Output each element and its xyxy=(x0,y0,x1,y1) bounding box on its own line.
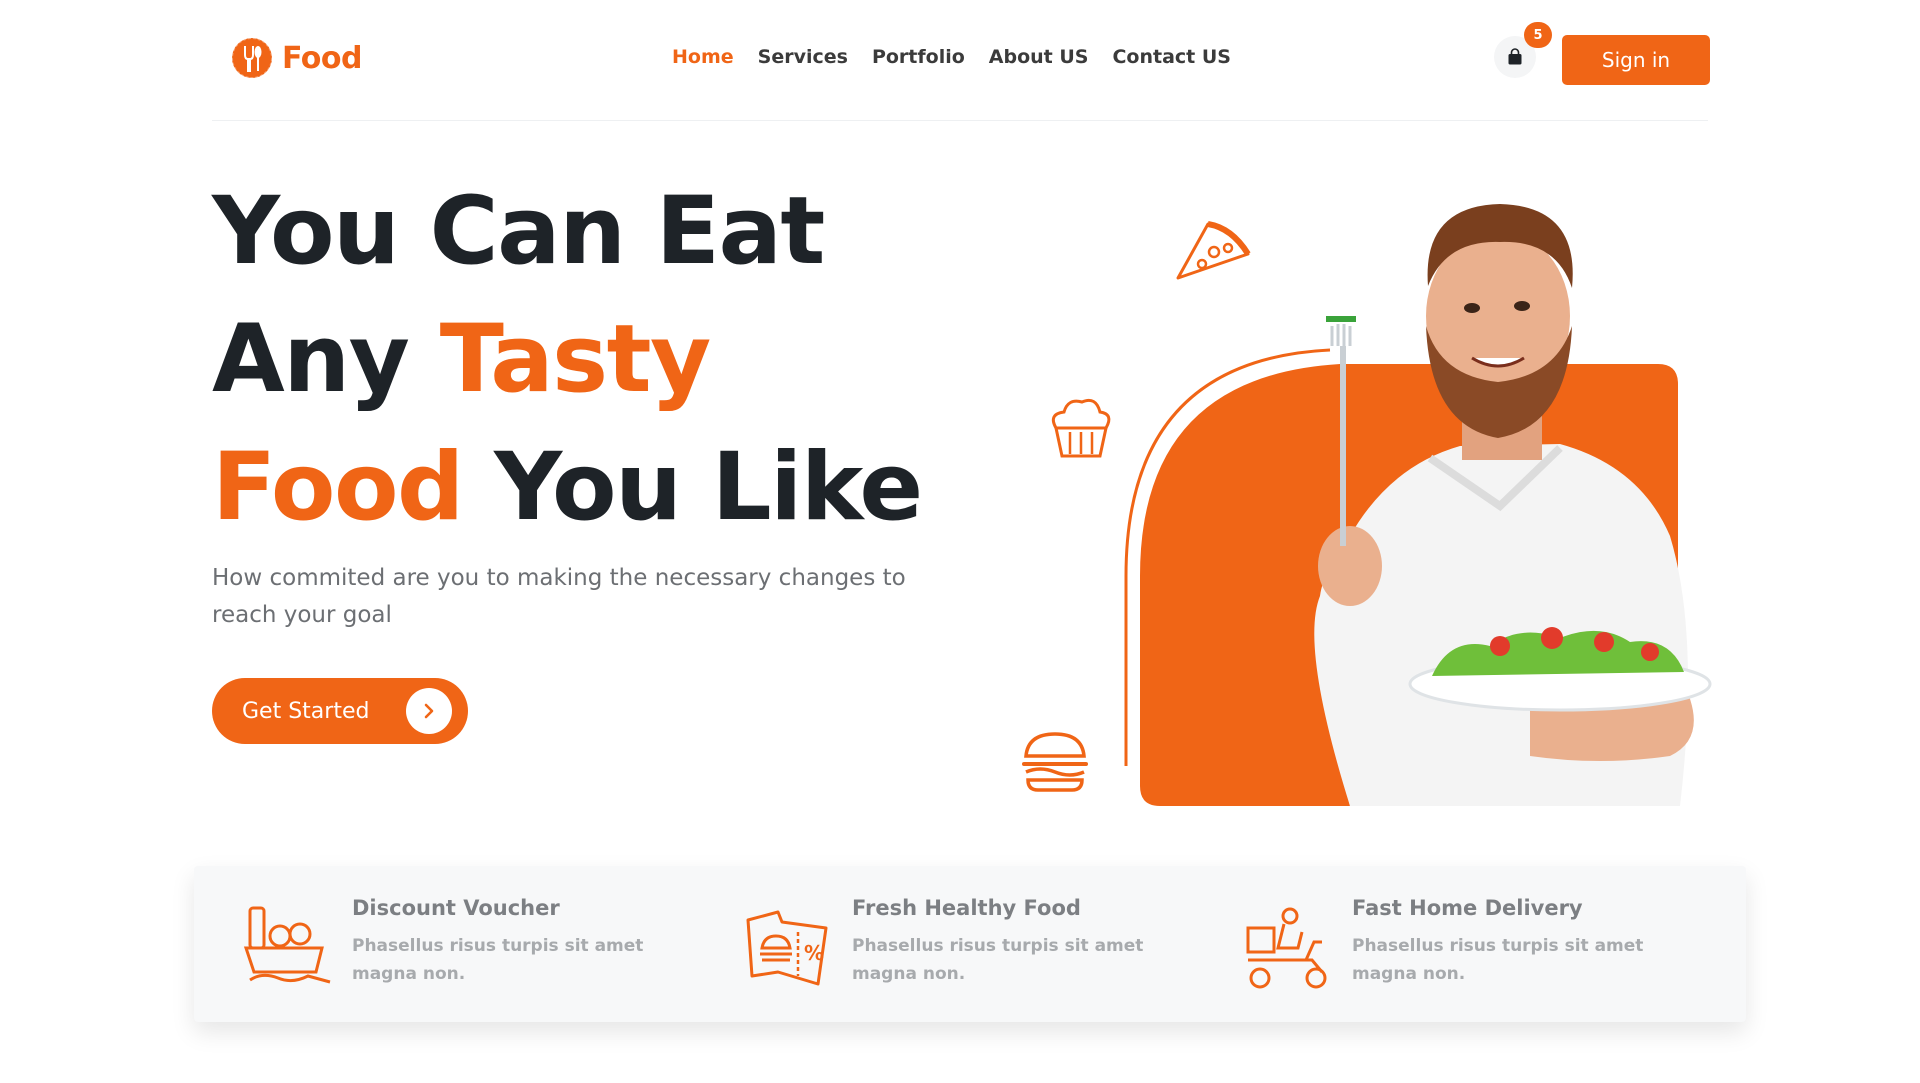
man-eating-salad-photo xyxy=(1314,204,1712,806)
feature-card: % Fresh Healthy Food Phasellus risus tur… xyxy=(742,896,1172,1006)
cutlery-logo-icon xyxy=(231,37,273,79)
feature-title: Discount Voucher xyxy=(352,896,560,920)
headline-line-1: You Can Eat xyxy=(212,177,825,286)
delivery-scooter-icon xyxy=(1246,907,1327,989)
feature-description: Phasellus risus turpis sit amet magna no… xyxy=(852,936,1144,984)
feature-card: Fast Home Delivery Phasellus risus turpi… xyxy=(1242,896,1672,1006)
sign-in-button[interactable]: Sign in xyxy=(1562,35,1710,85)
feature-description: Phasellus risus turpis sit amet magna no… xyxy=(352,936,644,984)
cupcake-icon xyxy=(1051,398,1111,458)
nav-about[interactable]: About US xyxy=(989,46,1089,68)
feature-description: Phasellus risus turpis sit amet magna no… xyxy=(1352,936,1644,984)
chevron-right-icon xyxy=(406,688,452,734)
main-nav: Home Services Portfolio About US Contact… xyxy=(672,46,1231,68)
features-strip: Discount Voucher Phasellus risus turpis … xyxy=(194,866,1746,1022)
feature-title: Fast Home Delivery xyxy=(1352,896,1583,920)
headline-line-2-plain: Any xyxy=(212,305,410,414)
hero-subtitle: How commited are you to making the neces… xyxy=(212,565,906,628)
feature-title: Fresh Healthy Food xyxy=(852,896,1081,920)
headline-highlight-tasty: Tasty xyxy=(439,305,712,414)
get-started-label: Get Started xyxy=(242,698,370,724)
headline-line-3-plain: You Like xyxy=(494,433,923,542)
get-started-button[interactable]: Get Started xyxy=(212,678,468,744)
grocery-basket-icon xyxy=(243,906,331,984)
burger-voucher-icon: % xyxy=(746,910,828,986)
brand-logo[interactable]: Food xyxy=(230,36,362,80)
shopping-bag-icon xyxy=(1508,48,1522,65)
nav-services[interactable]: Services xyxy=(758,46,848,68)
nav-home[interactable]: Home xyxy=(672,46,734,68)
headline-highlight-food: Food xyxy=(212,433,464,542)
site-header: Food Home Services Portfolio About US Co… xyxy=(212,0,1710,121)
feature-card: Discount Voucher Phasellus risus turpis … xyxy=(242,896,672,1006)
nav-contact[interactable]: Contact US xyxy=(1112,46,1231,68)
svg-text:%: % xyxy=(804,941,824,965)
hero-headline: You Can Eat Any Tasty Food You Like xyxy=(212,168,992,552)
brand-name: Food xyxy=(282,40,362,76)
hero-illustration xyxy=(1020,170,1720,810)
burger-icon xyxy=(1022,732,1088,792)
cart-count-badge: 5 xyxy=(1524,22,1552,48)
nav-portfolio[interactable]: Portfolio xyxy=(872,46,965,68)
